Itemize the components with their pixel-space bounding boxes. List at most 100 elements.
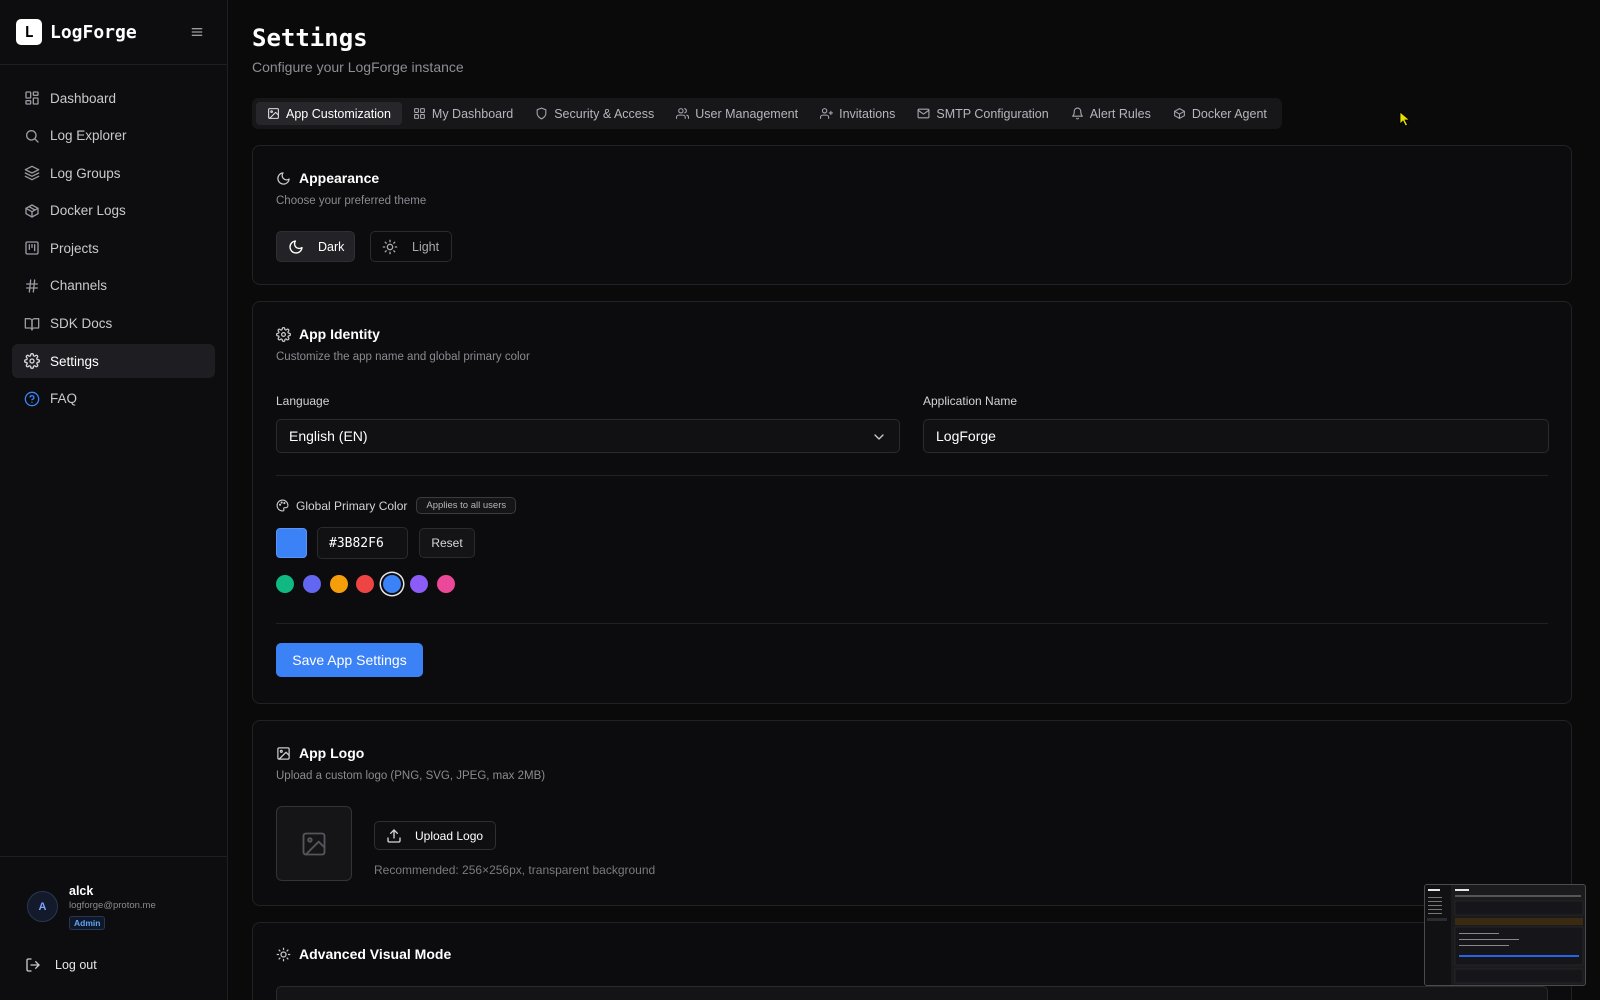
color-preset-green[interactable] (276, 575, 294, 593)
tab-invitations[interactable]: Invitations (809, 102, 906, 125)
tab-label: Invitations (839, 106, 896, 121)
mail-icon (917, 107, 930, 120)
hash-icon (24, 278, 40, 294)
minimap-card (1454, 900, 1584, 916)
sidebar-item-label: Log Explorer (50, 128, 127, 144)
advanced-field[interactable] (276, 986, 1548, 1000)
global-primary-color-label: Global Primary Color Applies to all user… (276, 497, 517, 514)
appearance-card: Appearance Choose your preferred theme D… (252, 145, 1572, 285)
application-name-label: Application Name (923, 394, 1018, 408)
color-preset-blue[interactable] (383, 575, 402, 593)
tab-label: Docker Agent (1191, 106, 1267, 121)
app-identity-title: App Identity (299, 326, 380, 342)
sidebar-item-label: Log Groups (50, 165, 121, 181)
theme-light-button[interactable]: Light (370, 231, 452, 262)
tab-smtp-configuration[interactable]: SMTP Configuration (906, 102, 1059, 125)
layers-icon (24, 165, 40, 181)
sidebar-item-label: SDK Docs (50, 316, 113, 332)
settings-tabs: App Customization My Dashboard Security … (252, 98, 1282, 129)
tab-label: App Customization (286, 106, 391, 121)
image-icon (267, 107, 280, 120)
upload-logo-label: Upload Logo (415, 828, 484, 843)
minimap-nav-line (1428, 897, 1442, 898)
color-preset-amber[interactable] (329, 575, 348, 593)
sidebar-item-log-groups[interactable]: Log Groups (12, 156, 215, 190)
users-icon (676, 107, 690, 120)
color-preset-pink[interactable] (436, 575, 455, 593)
color-preset-red[interactable] (356, 575, 375, 593)
sidebar-item-settings[interactable]: Settings (12, 344, 215, 379)
save-app-settings-button[interactable]: Save App Settings (276, 643, 423, 677)
tab-label: My Dashboard (431, 106, 514, 121)
app-identity-card: App Identity Customize the app name and … (252, 301, 1572, 704)
user-email: logforge@proton.me (69, 900, 156, 911)
minimap-nav-line (1428, 901, 1442, 902)
applies-badge: Applies to all users (416, 497, 517, 514)
kanban-icon (24, 240, 40, 256)
sidebar-nav: Dashboard Log Explorer Log Groups Docker… (0, 65, 227, 435)
palette-icon (276, 499, 289, 512)
sun-icon (382, 239, 398, 255)
layout-grid-icon (413, 107, 426, 120)
log-out-icon (25, 957, 41, 973)
color-preset-violet[interactable] (409, 575, 428, 593)
minimap-brand (1428, 889, 1440, 891)
package-icon (24, 203, 40, 219)
gear-icon (276, 326, 291, 342)
tab-user-management[interactable]: User Management (665, 102, 809, 125)
sidebar-item-channels[interactable]: Channels (12, 269, 215, 303)
bell-icon (1071, 107, 1084, 120)
package-icon (1173, 107, 1186, 120)
color-preset-indigo[interactable] (302, 575, 321, 593)
upload-hint: Recommended: 256×256px, transparent back… (374, 863, 656, 877)
language-value: English (EN) (289, 428, 368, 444)
menu-icon[interactable] (189, 24, 205, 40)
sidebar-item-dashboard[interactable]: Dashboard (12, 81, 215, 115)
tab-app-customization[interactable]: App Customization (256, 102, 402, 125)
identity-divider-top (276, 475, 1548, 476)
language-select[interactable]: English (EN) (276, 419, 900, 453)
sidebar-item-label: Docker Logs (50, 203, 126, 219)
sidebar-item-projects[interactable]: Projects (12, 231, 215, 265)
app-name: LogForge (50, 21, 137, 43)
tab-my-dashboard[interactable]: My Dashboard (402, 102, 524, 125)
app-logo-header: App Logo (276, 745, 364, 761)
sidebar-item-label: Dashboard (50, 90, 117, 106)
sidebar-item-log-explorer[interactable]: Log Explorer (12, 119, 215, 153)
user-plus-icon (820, 107, 834, 120)
minimap-accent-line (1459, 955, 1579, 957)
hex-color-input[interactable] (317, 527, 408, 559)
image-icon (276, 746, 291, 761)
color-presets (276, 575, 464, 593)
help-circle-icon (24, 391, 40, 407)
page-minimap[interactable] (1424, 884, 1586, 986)
sidebar-item-docker-logs[interactable]: Docker Logs (12, 194, 215, 228)
tab-alert-rules[interactable]: Alert Rules (1060, 102, 1162, 125)
avatar[interactable]: A (27, 891, 58, 922)
sidebar-item-sdk-docs[interactable]: SDK Docs (12, 307, 215, 341)
page-title: Settings (252, 24, 368, 52)
app-logo-title: App Logo (299, 745, 365, 761)
minimap-nav-line (1428, 905, 1442, 906)
appearance-title: Appearance (299, 170, 380, 186)
sidebar-item-label: Projects (50, 240, 99, 256)
app-logo-card: App Logo Upload a custom logo (PNG, SVG,… (252, 720, 1572, 906)
minimap-line (1459, 945, 1509, 946)
reset-color-button[interactable]: Reset (419, 528, 475, 558)
tab-docker-agent[interactable]: Docker Agent (1162, 102, 1278, 125)
sidebar-item-faq[interactable]: FAQ (12, 382, 215, 416)
shield-icon (535, 107, 548, 120)
application-name-input[interactable] (923, 419, 1549, 453)
user-name: alck (69, 884, 94, 898)
tab-security-access[interactable]: Security & Access (524, 102, 665, 125)
color-picker-swatch[interactable] (276, 528, 307, 558)
app-identity-header: App Identity (276, 326, 380, 342)
sidebar: L LogForge Dashboard Log Explorer Log Gr… (0, 0, 228, 1000)
app-logo[interactable]: L (16, 19, 42, 45)
tab-label: Alert Rules (1089, 106, 1151, 121)
tab-label: SMTP Configuration (936, 106, 1049, 121)
theme-dark-button[interactable]: Dark (276, 231, 355, 262)
logout-button[interactable]: Log out (25, 957, 97, 973)
minimap-nav-line (1428, 913, 1442, 914)
upload-logo-button[interactable]: Upload Logo (374, 821, 496, 850)
